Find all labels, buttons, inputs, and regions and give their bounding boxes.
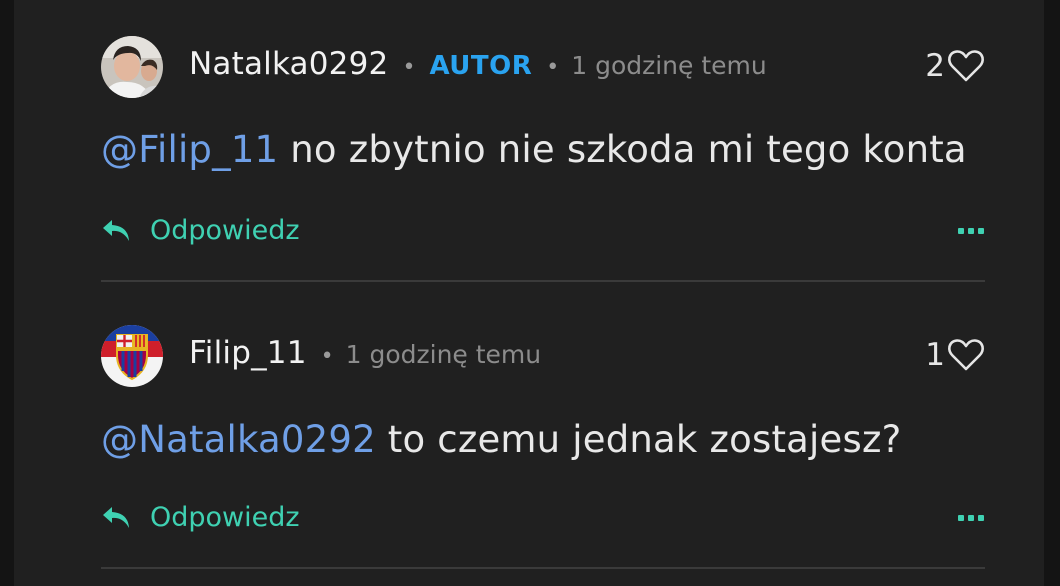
separator-dot: • xyxy=(546,55,560,80)
comment-text: @Natalka0292 to czemu jednak zostajesz? xyxy=(101,418,901,461)
comment-header: Natalka0292 • AUTOR • 1 godzinę temu 2 xyxy=(101,36,985,98)
divider xyxy=(101,567,985,569)
reply-button[interactable]: Odpowiedz xyxy=(101,497,300,537)
more-dots-icon xyxy=(958,228,984,234)
avatar[interactable] xyxy=(101,325,163,387)
like-count: 2 xyxy=(925,48,945,84)
comment-header: Filip_11 • 1 godzinę temu 1 xyxy=(101,325,985,387)
comment-text: @Filip_11 no zbytnio nie szkoda mi tego … xyxy=(101,128,967,171)
like-count: 1 xyxy=(925,337,945,373)
comments-panel: Natalka0292 • AUTOR • 1 godzinę temu 2 @… xyxy=(14,0,1044,586)
author-badge: AUTOR xyxy=(429,51,533,81)
timestamp: 1 godzinę temu xyxy=(571,51,767,80)
comment-body: no zbytnio nie szkoda mi tego konta xyxy=(278,128,967,171)
club-crest-avatar-icon xyxy=(101,325,163,387)
comment-actions: Odpowiedz xyxy=(101,210,985,250)
separator-dot: • xyxy=(402,55,416,80)
heart-icon[interactable] xyxy=(947,338,985,372)
comment-meta: Filip_11 • 1 godzinę temu xyxy=(189,335,541,375)
heart-icon[interactable] xyxy=(947,49,985,83)
reply-arrow-icon xyxy=(103,507,129,528)
reply-label: Odpowiedz xyxy=(150,501,300,533)
separator-dot: • xyxy=(320,344,334,369)
reply-button[interactable]: Odpowiedz xyxy=(101,210,300,250)
comment-body: to czemu jednak zostajesz? xyxy=(375,418,902,461)
more-dots-icon xyxy=(958,515,984,521)
divider xyxy=(101,280,985,282)
comment-item: Filip_11 • 1 godzinę temu 1 @Natalka0292… xyxy=(101,287,985,572)
comment-actions: Odpowiedz xyxy=(101,497,985,537)
username[interactable]: Natalka0292 xyxy=(189,46,388,82)
more-options-button[interactable] xyxy=(957,223,985,237)
like-button[interactable]: 2 xyxy=(925,46,985,86)
reply-label: Odpowiedz xyxy=(150,214,300,246)
avatar[interactable] xyxy=(101,36,163,98)
more-options-button[interactable] xyxy=(957,510,985,524)
user-photo-avatar-icon xyxy=(101,36,163,98)
comment-item: Natalka0292 • AUTOR • 1 godzinę temu 2 @… xyxy=(101,0,985,285)
comment-meta: Natalka0292 • AUTOR • 1 godzinę temu xyxy=(189,46,767,86)
reply-arrow-icon xyxy=(103,220,129,241)
like-button[interactable]: 1 xyxy=(925,335,985,375)
mention-link[interactable]: @Filip_11 xyxy=(101,128,278,171)
mention-link[interactable]: @Natalka0292 xyxy=(101,418,376,461)
timestamp: 1 godzinę temu xyxy=(345,340,542,369)
username[interactable]: Filip_11 xyxy=(189,335,307,371)
